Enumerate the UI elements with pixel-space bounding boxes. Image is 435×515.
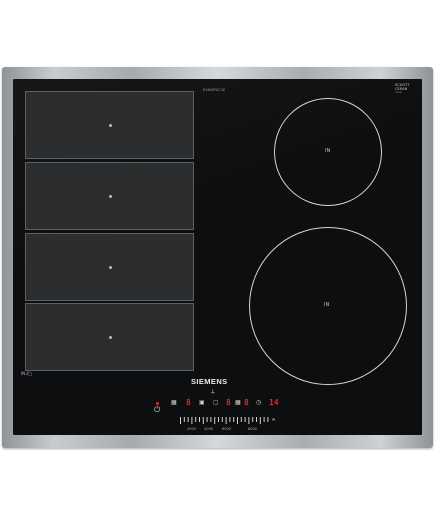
zone-center-mark (109, 336, 112, 339)
slider-tick (214, 417, 216, 424)
end-icon[interactable]: ኣ (272, 416, 276, 423)
flex-zone-2 (25, 162, 194, 230)
zone-center-mark (109, 266, 112, 269)
zone-center-mark (109, 195, 112, 198)
slider-tick (221, 417, 223, 422)
glass-badge: SCHOTT CERAN ceran (395, 83, 410, 95)
zone-select-icon[interactable]: ▦ (171, 399, 177, 406)
slider-tick (180, 417, 181, 424)
slider-tick (195, 417, 197, 422)
scale-label-2: 4000 (204, 427, 213, 431)
slider-tick (187, 417, 189, 422)
slider-tick (191, 417, 193, 424)
slider-tick (199, 417, 200, 422)
zone-display-3: 8 (244, 398, 249, 407)
slider-tick (248, 417, 250, 424)
power-slider[interactable] (178, 417, 278, 425)
slider-tick (233, 417, 235, 422)
round-zone-small-label: IN (325, 148, 331, 154)
slider-tick (210, 417, 212, 422)
model-code: EX645FEC1E (203, 88, 226, 92)
zone-select-icon-4[interactable]: ▦ (235, 399, 241, 406)
slider-tick (206, 417, 208, 422)
control-mark-icon: ┴ (211, 390, 215, 397)
slider-tick (252, 417, 254, 422)
power-marking: IN ⁄/□ (21, 371, 33, 376)
slider-tick (229, 417, 231, 422)
timer-icon[interactable]: ◷ (256, 399, 261, 406)
zone-display-2: 8 (226, 398, 231, 407)
scale-label-1: 2000 (187, 427, 196, 431)
zone-display-1: 8 (186, 398, 191, 407)
flex-zone-3 (25, 233, 194, 301)
slider-tick (267, 417, 269, 422)
flex-zone-4 (25, 303, 194, 371)
slider-tick (237, 417, 238, 424)
brand-logo: SIEMENS (191, 377, 228, 386)
cooktop-glass: IN IN EX645FEC1E SCHOTT CERAN ceran IN ⁄… (13, 79, 422, 435)
glass-badge-sub: ceran (395, 91, 403, 94)
flex-zone-1 (25, 91, 194, 159)
scale-label-3: 6000 (222, 427, 231, 431)
slider-tick (259, 417, 261, 424)
zone-select-icon-2[interactable]: ▣ (199, 399, 205, 406)
slider-tick (244, 417, 246, 422)
power-button-icon[interactable]: ⏻ (154, 406, 160, 414)
slider-tick (183, 417, 185, 422)
slider-tick (240, 417, 242, 422)
zone-center-mark (109, 124, 112, 127)
slider-tick (263, 417, 265, 422)
zone-select-icon-3[interactable]: ▢ (213, 399, 219, 406)
timer-display: 14 (269, 398, 279, 407)
slider-tick (225, 417, 227, 424)
scale-label-4: 8000 (248, 427, 257, 431)
slider-tick (218, 417, 219, 422)
slider-tick (202, 417, 204, 424)
round-zone-large-label: IN (324, 302, 330, 308)
slider-tick (256, 417, 257, 422)
